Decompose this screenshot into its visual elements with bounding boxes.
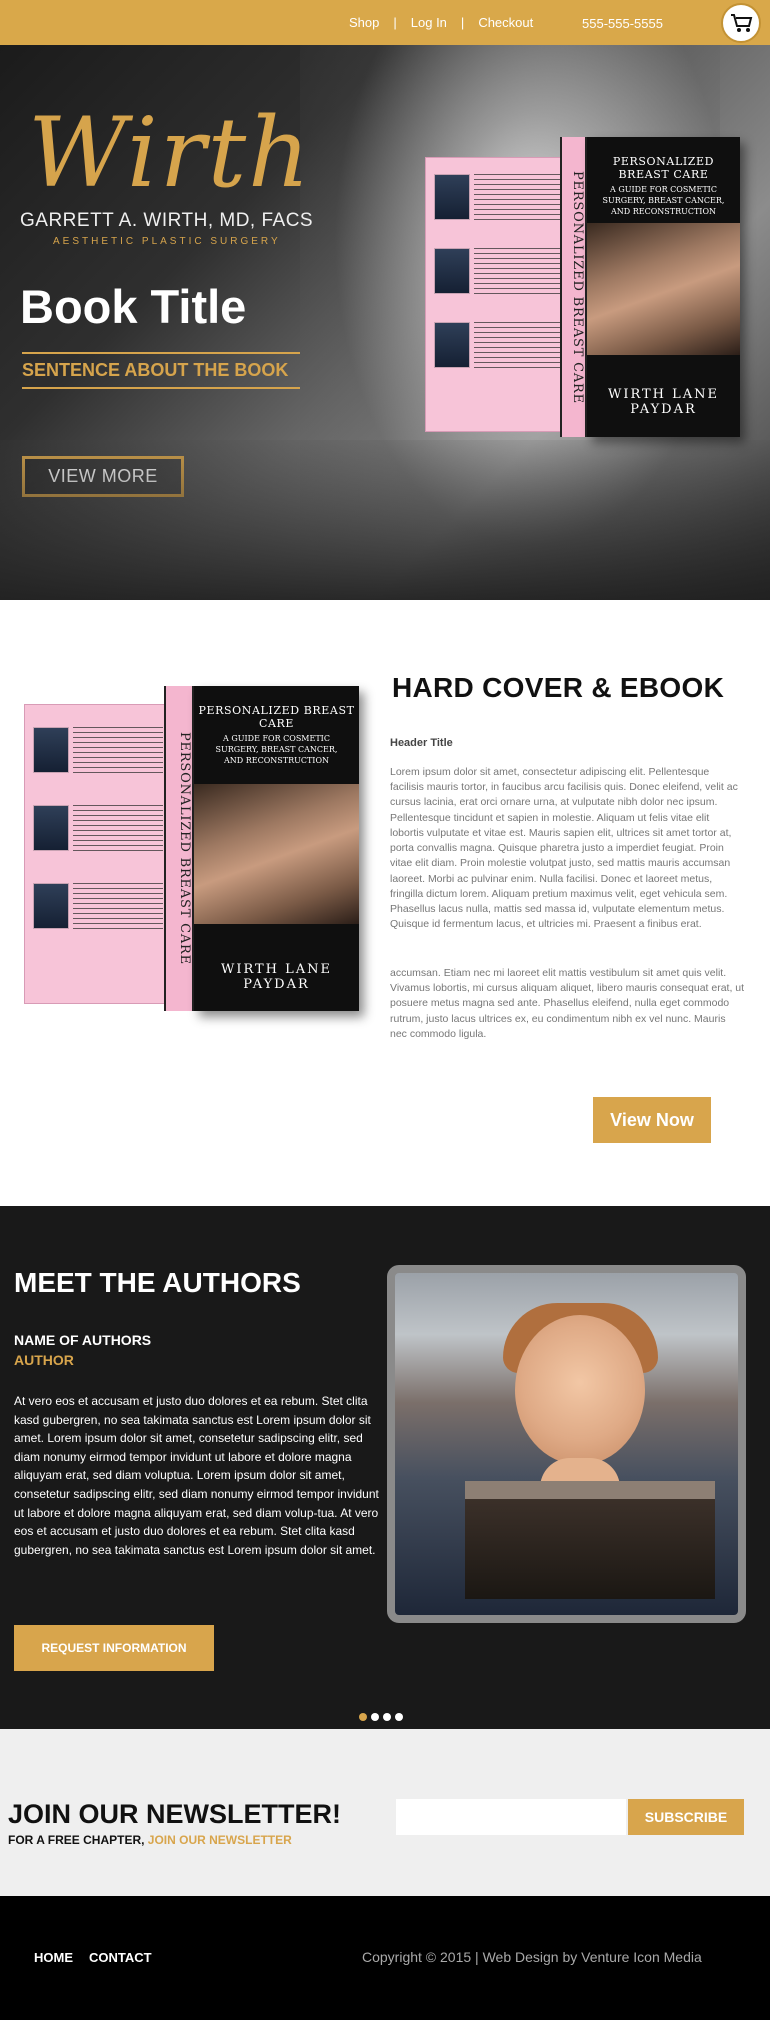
- author-thumbnail: [33, 805, 69, 851]
- hero-book-sentence: SENTENCE ABOUT THE BOOK: [22, 360, 289, 380]
- authors-title: MEET THE AUTHORS: [14, 1267, 301, 1298]
- book-cover-title: PERSONALIZED BREAST CARE: [198, 704, 355, 730]
- view-more-button[interactable]: VIEW MORE: [22, 456, 184, 497]
- book-cover: PERSONALIZED BREAST CARE A GUIDE FOR COS…: [194, 686, 359, 1011]
- request-information-button[interactable]: REQUEST INFORMATION: [14, 1625, 214, 1671]
- author-thumbnail: [33, 727, 69, 773]
- hero-divider-bottom: [22, 387, 300, 389]
- newsletter-subtitle-accent: JOIN OUR NEWSLETTER: [147, 1833, 292, 1847]
- hardcover-paragraph-1: Lorem ipsum dolor sit amet, consectetur …: [390, 766, 738, 931]
- author-thumbnail: [33, 883, 69, 929]
- authors-description: At vero eos et accusam et justo duo dolo…: [14, 1394, 379, 1557]
- child-face: [515, 1315, 645, 1465]
- carousel-dot[interactable]: [383, 1713, 391, 1721]
- footer-navigation: HOME CONTACT: [34, 1950, 168, 1965]
- book-cover-subtitle: A GUIDE FOR COSMETIC SURGERY, BREAST CAN…: [215, 734, 338, 765]
- copyright-text: Copyright © 2015 | Web Design by Venture…: [362, 1949, 702, 1965]
- book-inner-page: [425, 157, 570, 432]
- hero-book-mockup: PERSONALIZED BREAST CARE PERSONALIZED BR…: [425, 137, 740, 437]
- newsletter-subtitle: FOR A FREE CHAPTER, JOIN OUR NEWSLETTER: [8, 1833, 292, 1847]
- author-bio-lines: [474, 174, 564, 222]
- nav-separator: |: [460, 15, 465, 30]
- footer: HOME CONTACT Copyright © 2015 | Web Desi…: [0, 1896, 770, 2020]
- shop-link[interactable]: Shop: [349, 15, 379, 30]
- author-bio-lines: [73, 883, 163, 931]
- book-cover-title: PERSONALIZED BREAST CARE: [612, 155, 715, 181]
- newsletter-title: JOIN OUR NEWSLETTER!: [8, 1799, 342, 1829]
- hardcover-paragraph-2: accumsan. Etiam nec mi laoreet elit matt…: [390, 967, 745, 1040]
- author-bio-lines: [474, 322, 564, 370]
- logo-name: GARRETT A. WIRTH, MD, FACS: [20, 210, 314, 231]
- book-spine: PERSONALIZED BREAST CARE: [560, 137, 587, 437]
- book-cover-subtitle: A GUIDE FOR COSMETIC SURGERY, BREAST CAN…: [602, 185, 725, 216]
- author-thumbnail: [434, 322, 470, 368]
- newsletter-subtitle-prefix: FOR A FREE CHAPTER,: [8, 1833, 145, 1847]
- author-thumbnail: [434, 248, 470, 294]
- login-link[interactable]: Log In: [411, 15, 447, 30]
- carousel-dot-active[interactable]: [359, 1713, 367, 1721]
- author-thumbnail: [434, 174, 470, 220]
- authors-name: NAME OF AUTHORS: [14, 1332, 152, 1348]
- carousel-dots[interactable]: [359, 1713, 407, 1721]
- logo-script: Wirth: [28, 97, 312, 209]
- newsletter-email-input[interactable]: [396, 1799, 626, 1835]
- top-bar: Shop | Log In | Checkout 555-555-5555: [0, 0, 770, 45]
- book-cover-authors: WIRTH LANE PAYDAR: [607, 387, 720, 417]
- hardcover-header-title: Header Title: [390, 737, 453, 749]
- meet-authors-section: MEET THE AUTHORS NAME OF AUTHORS AUTHOR …: [0, 1206, 770, 1729]
- author-photo-frame: [387, 1265, 746, 1623]
- book-cover-photo: [194, 784, 359, 924]
- book-cover-authors: WIRTH LANE PAYDAR: [220, 962, 333, 992]
- author-bio-lines: [73, 727, 163, 775]
- footer-contact-link[interactable]: CONTACT: [89, 1950, 152, 1965]
- authors-role: AUTHOR: [14, 1352, 74, 1368]
- logo-subtitle: AESTHETIC PLASTIC SURGERY: [53, 236, 281, 247]
- phone-number: 555-555-5555: [582, 16, 663, 31]
- checkout-link[interactable]: Checkout: [478, 15, 533, 30]
- author-bio-lines: [474, 248, 564, 296]
- footer-home-link[interactable]: HOME: [34, 1950, 73, 1965]
- subscribe-button[interactable]: SUBSCRIBE: [628, 1799, 744, 1835]
- newsletter-section: JOIN OUR NEWSLETTER! FOR A FREE CHAPTER,…: [0, 1729, 770, 1896]
- nav-separator: |: [393, 15, 397, 30]
- spine-title: PERSONALIZED BREAST CARE: [570, 170, 585, 404]
- top-navigation: Shop | Log In | Checkout: [349, 15, 547, 30]
- view-now-button[interactable]: View Now: [593, 1097, 711, 1143]
- shopping-cart-icon: [730, 14, 752, 32]
- book-inner-page: [24, 704, 179, 1004]
- carousel-dot[interactable]: [395, 1713, 403, 1721]
- book-cover-photo: [587, 223, 740, 355]
- hero-divider-top: [22, 352, 300, 354]
- book-spine: PERSONALIZED BREAST CARE: [164, 686, 194, 1011]
- spine-title: PERSONALIZED BREAST CARE: [177, 732, 192, 965]
- hero-banner: Wirth GARRETT A. WIRTH, MD, FACS AESTHET…: [0, 45, 770, 600]
- carousel-dot[interactable]: [371, 1713, 379, 1721]
- hero-book-title: Book Title: [20, 280, 247, 333]
- old-book-image: [465, 1481, 715, 1599]
- book-cover: PERSONALIZED BREAST CARE A GUIDE FOR COS…: [587, 137, 740, 437]
- author-bio-lines: [73, 805, 163, 853]
- hardcover-book-mockup: PERSONALIZED BREAST CARE PERSONALIZED BR…: [24, 686, 359, 1016]
- hardcover-title: HARD COVER & EBOOK: [392, 672, 725, 703]
- cart-button[interactable]: [721, 3, 761, 43]
